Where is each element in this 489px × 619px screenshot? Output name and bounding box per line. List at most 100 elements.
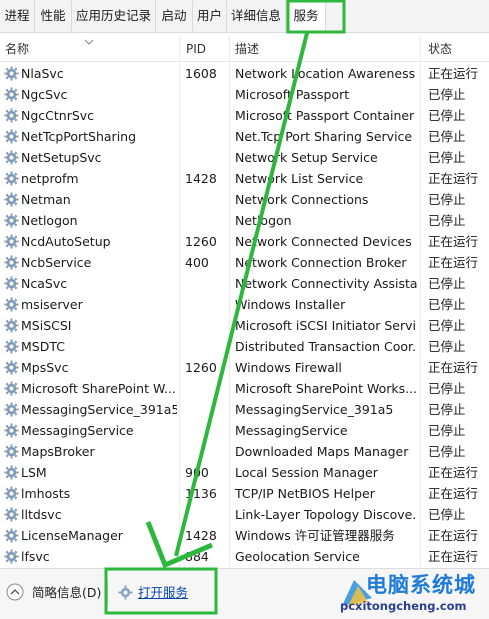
service-status: 已停止 [428, 318, 466, 333]
column-status[interactable]: 状态 [428, 37, 452, 61]
service-row[interactable]: Netman Network Connections 已停止 [0, 189, 489, 210]
service-pid [185, 147, 225, 168]
service-row[interactable]: NlaSvc 1608 Network Location Awareness 正在运行 [0, 63, 489, 84]
gear-icon [4, 465, 19, 480]
gear-icon [4, 150, 19, 165]
service-status: 已停止 [428, 507, 466, 522]
service-row[interactable]: NcdAutoSetup 1260 Network Connected Device… [0, 231, 489, 252]
service-description: Network Connections [235, 192, 369, 207]
service-row[interactable]: lltdsvc Link-Layer Topology Discove... 已停止 [0, 504, 489, 525]
service-pid [185, 378, 225, 399]
service-description: Microsoft SharePoint Works... [235, 381, 417, 396]
service-name: NlaSvc [21, 66, 64, 81]
service-pid [185, 315, 225, 336]
service-pid: 1260 [185, 234, 217, 249]
gear-icon[interactable] [118, 585, 133, 600]
service-name: NcdAutoSetup [21, 234, 111, 249]
service-row[interactable]: lmhosts 1136 TCP/IP NetBIOS Helper 正在运行 [0, 483, 489, 504]
tab-app-history[interactable]: 应用历史记录 [72, 0, 156, 32]
service-row[interactable]: NetSetupSvc Network Setup Service 已停止 [0, 147, 489, 168]
service-status: 已停止 [428, 276, 466, 291]
tab-performance[interactable]: 性能 [35, 0, 72, 32]
service-name: Microsoft SharePoint W... [21, 381, 176, 396]
service-name: MSDTC [21, 339, 65, 354]
service-row[interactable]: Microsoft SharePoint W... Microsoft Share… [0, 378, 489, 399]
service-description: Network Connection Broker [235, 255, 407, 270]
service-name: NetSetupSvc [21, 150, 102, 165]
service-row[interactable]: msiserver Windows Installer 已停止 [0, 294, 489, 315]
service-pid [185, 441, 225, 462]
service-status: 已停止 [428, 150, 466, 165]
service-row[interactable]: MSDTC Distributed Transaction Coor... 已停止 [0, 336, 489, 357]
service-description: MessagingService [235, 423, 348, 438]
service-row[interactable]: NgcSvc Microsoft Passport 已停止 [0, 84, 489, 105]
service-description: Downloaded Maps Manager [235, 444, 409, 459]
service-name: NetTcpPortSharing [21, 129, 137, 144]
gear-icon [4, 66, 19, 81]
service-row[interactable]: LicenseManager 1428 Windows 许可证管理器服务 正在运行 [0, 525, 489, 546]
gear-icon [4, 549, 19, 564]
service-status: 已停止 [428, 444, 466, 459]
service-row[interactable]: NcaSvc Network Connectivity Assistant 已停止 [0, 273, 489, 294]
chevron-up-icon[interactable] [6, 583, 24, 601]
service-name: MSiSCSI [21, 318, 72, 333]
service-name: NgcCtnrSvc [21, 108, 95, 123]
tab-services[interactable]: 服务 [286, 0, 326, 33]
service-pid: 884 [185, 549, 209, 564]
column-pid[interactable]: PID [186, 37, 206, 61]
tab-startup[interactable]: 启动 [156, 0, 193, 32]
service-description: Network Connectivity Assistant [235, 276, 417, 291]
service-row[interactable]: MessagingService_391a5 MessagingService_3… [0, 399, 489, 420]
service-name: lltdsvc [21, 507, 62, 522]
service-row[interactable]: MpsSvc 1260 Windows Firewall 正在运行 [0, 357, 489, 378]
service-name: LSM [21, 465, 47, 480]
service-status: 正在运行 [428, 486, 479, 501]
column-name[interactable]: 名称 [5, 37, 29, 61]
service-status: 正在运行 [428, 171, 479, 186]
service-row[interactable]: netprofm 1428 Network List Service 正在运行 [0, 168, 489, 189]
watermark-logo: 电脑系统城 pcxitongcheng.com [336, 572, 486, 616]
column-description[interactable]: 描述 [235, 37, 259, 61]
tab-processes[interactable]: 进程 [0, 0, 35, 32]
service-status: 正在运行 [428, 549, 479, 564]
service-name: NcbService [21, 255, 92, 270]
service-row[interactable]: Netlogon Netlogon 已停止 [0, 210, 489, 231]
service-row[interactable]: NgcCtnrSvc Microsoft Passport Container 已停… [0, 105, 489, 126]
service-pid [185, 210, 225, 231]
service-row[interactable]: lfsvc 884 Geolocation Service 正在运行 [0, 546, 489, 567]
service-status: 已停止 [428, 108, 466, 123]
gear-icon [4, 318, 19, 333]
service-description: Geolocation Service [235, 549, 360, 564]
service-pid [185, 105, 225, 126]
service-status: 正在运行 [428, 255, 479, 270]
service-row[interactable]: MSiSCSI Microsoft iSCSI Initiator Servi..… [0, 315, 489, 336]
brief-info-button[interactable]: 简略信息(D) [32, 584, 101, 602]
service-pid [185, 126, 225, 147]
service-row[interactable]: MapsBroker Downloaded Maps Manager 已停止 [0, 441, 489, 462]
service-status: 已停止 [428, 381, 466, 396]
service-description: Network Location Awareness [235, 66, 416, 81]
service-name: Netman [21, 192, 71, 207]
service-pid [185, 84, 225, 105]
watermark-url: pcxitongcheng.com [340, 599, 467, 613]
service-status: 正在运行 [428, 528, 479, 543]
tab-users[interactable]: 用户 [193, 0, 227, 32]
service-description: Microsoft iSCSI Initiator Servi... [235, 318, 417, 333]
tab-details[interactable]: 详细信息 [227, 0, 286, 32]
gear-icon [4, 339, 19, 354]
open-services-link[interactable]: 打开服务 [138, 584, 188, 602]
tab-bar: 进程 性能 应用历史记录 启动 用户 详细信息 服务 [0, 0, 489, 33]
gear-icon [4, 234, 19, 249]
service-name: NcaSvc [21, 276, 68, 291]
service-pid: 1428 [185, 528, 217, 543]
service-row[interactable]: MessagingService MessagingService 已停止 [0, 420, 489, 441]
service-description: Microsoft Passport Container [235, 108, 415, 123]
gear-icon [4, 360, 19, 375]
service-description: MessagingService_391a5 [235, 402, 394, 417]
service-row[interactable]: LSM 900 Local Session Manager 正在运行 [0, 462, 489, 483]
service-description: Network Connected Devices ... [235, 234, 417, 249]
service-pid [185, 504, 225, 525]
service-row[interactable]: NcbService 400 Network Connection Broker 正在… [0, 252, 489, 273]
service-row[interactable]: NetTcpPortSharing Net.Tcp Port Sharing Se… [0, 126, 489, 147]
service-pid [185, 294, 225, 315]
